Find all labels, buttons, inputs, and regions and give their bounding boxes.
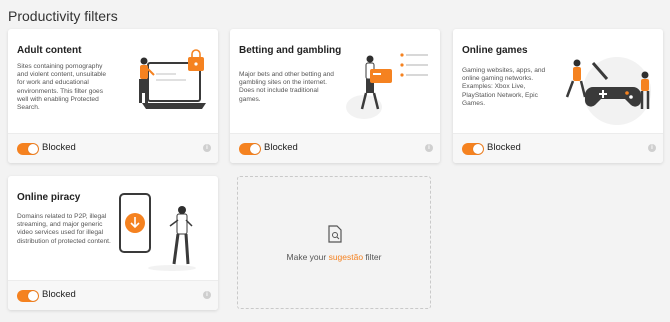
info-icon[interactable]: i [648, 144, 656, 152]
suggest-filter-text: Make your sugestão filter [286, 252, 382, 262]
card-title: Online games [462, 45, 528, 56]
laptop-lock-illustration [139, 49, 206, 109]
info-icon[interactable]: i [203, 291, 211, 299]
page-title: Productivity filters [8, 8, 118, 24]
status-label: Blocked [42, 289, 76, 300]
card-online-games: Online games Gaming websites, apps, and … [453, 29, 663, 163]
card-checklist-illustration [346, 53, 428, 119]
card-description: Major bets and other betting and gamblin… [239, 71, 334, 103]
blocked-toggle[interactable] [17, 143, 39, 155]
info-icon[interactable]: i [425, 144, 433, 152]
suggestion-link[interactable]: sugestão [329, 252, 364, 262]
phone-download-illustration [119, 193, 196, 271]
card-betting-gambling: Betting and gambling Major bets and othe… [230, 29, 440, 163]
document-search-icon [328, 225, 342, 243]
card-description: Sites containing pornography and violent… [17, 63, 107, 112]
status-label: Blocked [487, 142, 521, 153]
card-adult-content: Adult content Sites containing pornograp… [8, 29, 218, 163]
suggest-filter-card[interactable]: Make your sugestão filter [237, 176, 431, 309]
card-title: Adult content [17, 45, 82, 56]
card-description: Domains related to P2P, illegal streamin… [17, 213, 111, 245]
info-icon[interactable]: i [203, 144, 211, 152]
status-label: Blocked [42, 142, 76, 153]
gamepad-illustration [565, 57, 651, 125]
card-title: Betting and gambling [239, 45, 342, 56]
blocked-toggle[interactable] [239, 143, 261, 155]
card-online-piracy: Online piracy Domains related to P2P, il… [8, 176, 218, 310]
card-description: Gaming websites, apps, and online gaming… [462, 67, 546, 107]
card-title: Online piracy [17, 192, 81, 203]
status-label: Blocked [264, 142, 298, 153]
blocked-toggle[interactable] [17, 290, 39, 302]
blocked-toggle[interactable] [462, 143, 484, 155]
